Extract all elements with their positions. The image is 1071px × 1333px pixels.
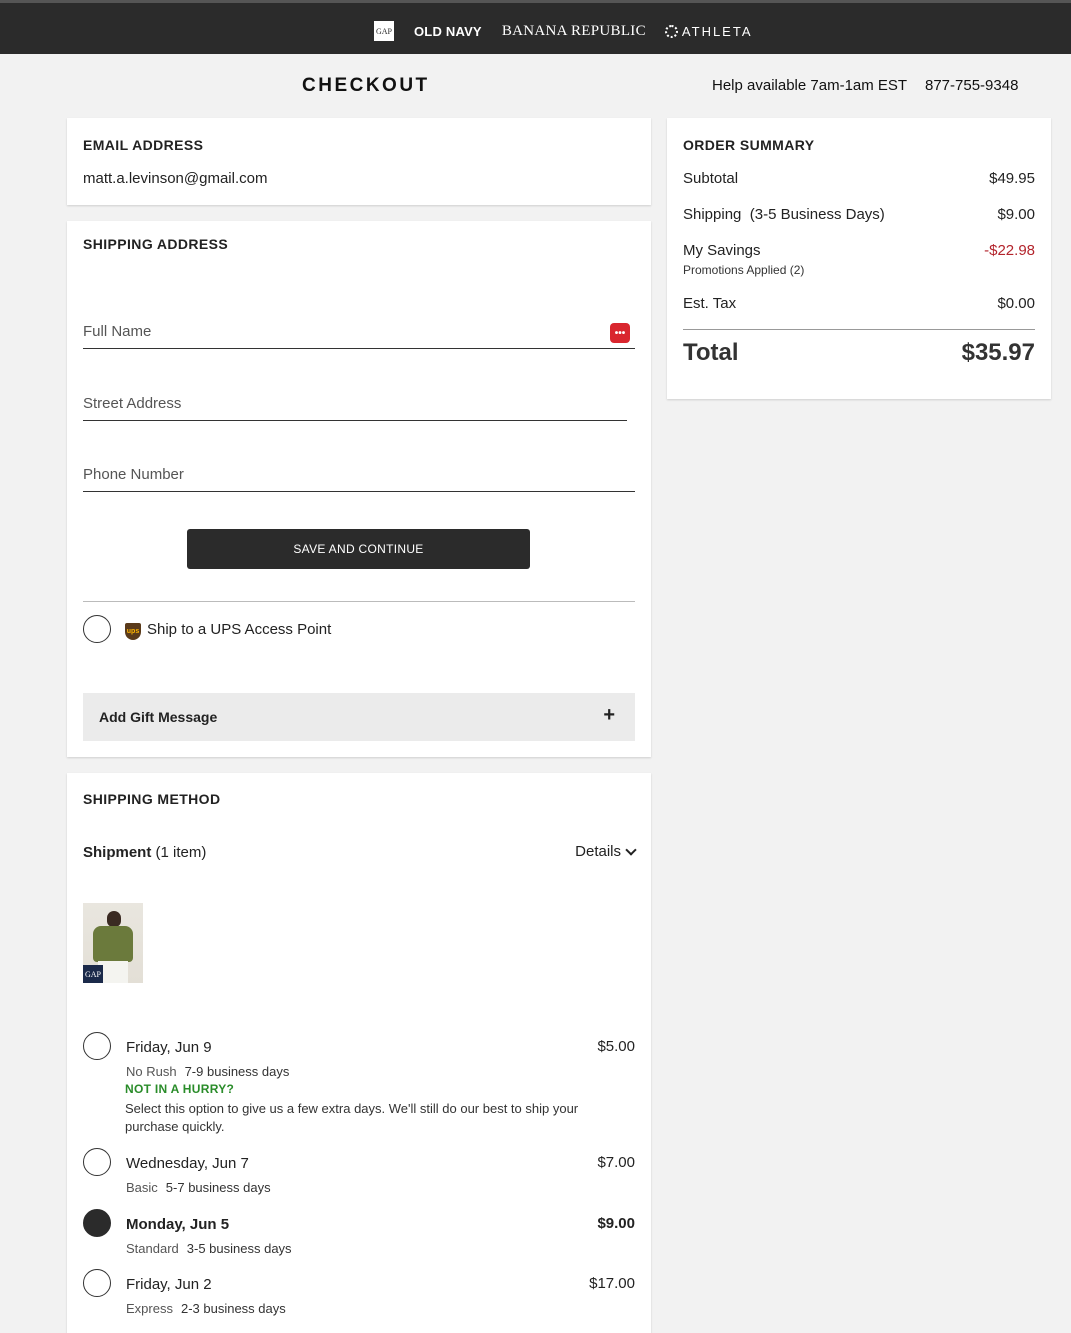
ups-label: Ship to a UPS Access Point bbox=[147, 621, 332, 638]
shipping-price: $7.00 bbox=[597, 1154, 635, 1171]
plus-icon: + bbox=[603, 704, 615, 726]
shipping-label-text: Shipping bbox=[683, 206, 742, 223]
email-value: matt.a.levinson@gmail.com bbox=[83, 170, 268, 187]
shipment-heading: Shipment (1 item) bbox=[83, 844, 206, 861]
divider bbox=[683, 329, 1035, 330]
page-title: CHECKOUT bbox=[302, 75, 430, 96]
delivery-date: Wednesday, Jun 7 bbox=[126, 1155, 249, 1172]
delivery-date: Friday, Jun 2 bbox=[126, 1276, 212, 1293]
full-name-input[interactable] bbox=[83, 319, 635, 340]
shipping-value: $9.00 bbox=[997, 206, 1035, 223]
shipping-option-radio[interactable] bbox=[83, 1269, 111, 1297]
delivery-date: Monday, Jun 5 bbox=[126, 1216, 230, 1233]
street-address-field bbox=[83, 391, 627, 421]
promo-title: NOT IN A HURRY? bbox=[125, 1082, 235, 1096]
product-brand-badge: GAP bbox=[83, 965, 103, 983]
savings-value: -$22.98 bbox=[984, 242, 1035, 259]
brand-links: GAP OLD NAVY BANANA REPUBLIC ATHLETA bbox=[374, 21, 753, 41]
brand-athleta-link[interactable]: ATHLETA bbox=[664, 23, 753, 39]
subtotal-value: $49.95 bbox=[989, 170, 1035, 187]
phone-number-field bbox=[83, 462, 635, 492]
shipping-option-basic[interactable]: Wednesday, Jun 7 $7.00 Basic 5-7 business… bbox=[83, 1148, 635, 1198]
ups-radio[interactable] bbox=[83, 615, 111, 643]
order-summary-section: ORDER SUMMARY Subtotal $49.95 Shipping (… bbox=[667, 118, 1051, 399]
shipping-option-radio[interactable] bbox=[83, 1032, 111, 1060]
shipping-method-title: SHIPPING METHOD bbox=[83, 791, 221, 807]
product-thumbnail[interactable]: GAP bbox=[83, 903, 143, 983]
brand-old-navy-link[interactable]: OLD NAVY bbox=[414, 24, 482, 39]
brand-banana-republic-link[interactable]: BANANA REPUBLIC bbox=[502, 23, 646, 40]
email-title: EMAIL ADDRESS bbox=[83, 137, 204, 153]
shipment-count: (1 item) bbox=[155, 844, 207, 861]
tax-label: Est. Tax bbox=[683, 295, 737, 312]
shipping-days: 7-9 business days bbox=[184, 1064, 290, 1079]
promotions-applied: Promotions Applied (2) bbox=[683, 263, 805, 277]
shipping-days: 2-3 business days bbox=[180, 1301, 286, 1316]
details-label: Details bbox=[575, 843, 621, 860]
details-toggle[interactable]: Details bbox=[575, 843, 637, 860]
shipping-days: 5-7 business days bbox=[165, 1180, 271, 1195]
phone-number-input[interactable] bbox=[83, 462, 635, 483]
shipping-note: (3-5 Business Days) bbox=[749, 206, 885, 223]
add-gift-message-button[interactable]: Add Gift Message + bbox=[83, 693, 635, 741]
password-manager-icon[interactable]: ••• bbox=[610, 323, 630, 343]
shipment-label: Shipment bbox=[83, 844, 152, 861]
email-section: EMAIL ADDRESS matt.a.levinson@gmail.com bbox=[67, 118, 651, 205]
tax-value: $0.00 bbox=[997, 295, 1035, 312]
shipping-speed: Basic 5-7 business days bbox=[126, 1180, 271, 1195]
shipping-price: $5.00 bbox=[597, 1038, 635, 1055]
shipping-price: $9.00 bbox=[597, 1215, 635, 1232]
promo-description: Select this option to give us a few extr… bbox=[125, 1101, 579, 1134]
shipping-type: No Rush bbox=[126, 1064, 177, 1079]
brand-bar: GAP OLD NAVY BANANA REPUBLIC ATHLETA bbox=[0, 0, 1071, 54]
help-hours: Help available 7am-1am EST bbox=[712, 77, 907, 94]
chevron-down-icon bbox=[625, 843, 637, 856]
help-phone-link[interactable]: 877-755-9348 bbox=[925, 77, 1018, 94]
ups-logo-icon: ups bbox=[125, 623, 141, 640]
ups-access-point-option[interactable]: ups Ship to a UPS Access Point bbox=[83, 615, 483, 643]
shipping-type: Basic bbox=[126, 1180, 158, 1195]
athleta-logo-icon bbox=[664, 24, 678, 38]
product-image-head bbox=[107, 911, 121, 927]
shipping-label: Shipping (3-5 Business Days) bbox=[683, 206, 885, 223]
athleta-label: ATHLETA bbox=[681, 23, 753, 39]
full-name-field: ••• bbox=[83, 319, 635, 349]
shipping-option-no-rush[interactable]: Friday, Jun 9 $5.00 No Rush 7-9 business … bbox=[83, 1032, 635, 1142]
shipping-option-standard[interactable]: Monday, Jun 5 $9.00 Standard 3-5 business… bbox=[83, 1209, 635, 1259]
shipping-address-title: SHIPPING ADDRESS bbox=[83, 236, 229, 252]
shipping-price: $17.00 bbox=[589, 1275, 635, 1292]
subtotal-label: Subtotal bbox=[683, 170, 739, 187]
shipping-speed: No Rush 7-9 business days bbox=[126, 1064, 289, 1079]
brand-gap-link[interactable]: GAP bbox=[374, 21, 394, 41]
shipping-speed: Standard 3-5 business days bbox=[126, 1241, 292, 1256]
savings-label: My Savings bbox=[683, 242, 761, 259]
shipping-type: Standard bbox=[126, 1241, 179, 1256]
product-image-shirt bbox=[93, 926, 133, 962]
shipping-option-radio[interactable] bbox=[83, 1148, 111, 1176]
shipping-address-section: SHIPPING ADDRESS ••• SAVE AND CONTINUE u… bbox=[67, 221, 651, 757]
help-info: Help available 7am-1am EST 877-755-9348 bbox=[712, 77, 1018, 94]
street-address-input[interactable] bbox=[83, 391, 627, 412]
shipping-speed: Express 2-3 business days bbox=[126, 1301, 286, 1316]
total-value: $35.97 bbox=[961, 339, 1035, 366]
shipping-option-express[interactable]: Friday, Jun 2 $17.00 Express 2-3 business… bbox=[83, 1269, 635, 1319]
shipping-type: Express bbox=[126, 1301, 173, 1316]
gift-message-label: Add Gift Message bbox=[99, 709, 218, 725]
shipping-days: 3-5 business days bbox=[186, 1241, 292, 1256]
savings-row: My Savings Promotions Applied (2) -$22.9… bbox=[683, 242, 1035, 282]
delivery-date: Friday, Jun 9 bbox=[126, 1039, 212, 1056]
order-summary-title: ORDER SUMMARY bbox=[683, 137, 815, 153]
shipping-method-section: SHIPPING METHOD Shipment (1 item) Detail… bbox=[67, 773, 651, 1333]
divider bbox=[83, 601, 635, 602]
total-label: Total bbox=[683, 339, 739, 366]
save-and-continue-button[interactable]: SAVE AND CONTINUE bbox=[187, 529, 530, 569]
shipping-option-radio-selected[interactable] bbox=[83, 1209, 111, 1237]
